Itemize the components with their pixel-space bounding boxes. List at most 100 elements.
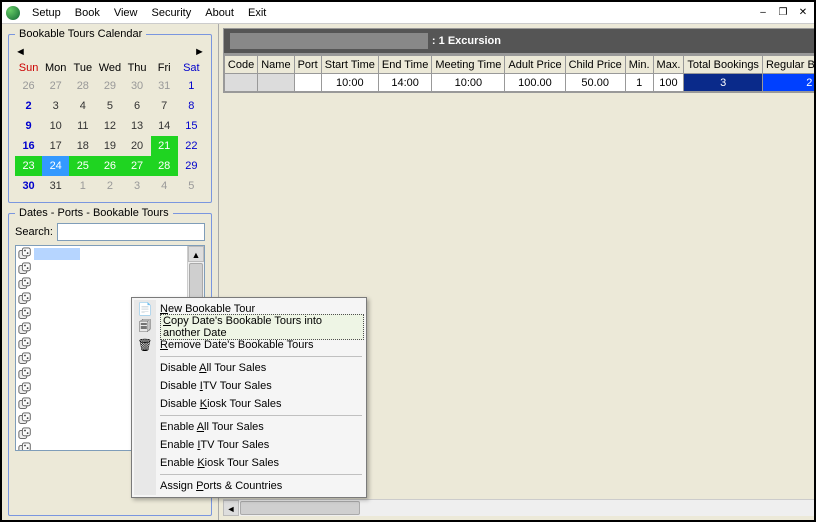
calendar-next-button[interactable]: ►: [194, 46, 205, 58]
calendar-day[interactable]: 13: [124, 116, 151, 136]
excursion-grid[interactable]: CodeNamePortStart TimeEnd TimeMeeting Ti…: [223, 54, 816, 93]
tree-item[interactable]: [16, 246, 186, 261]
scroll-up-button[interactable]: ▲: [188, 246, 204, 262]
context-menu-item[interactable]: Disable Kiosk Tour Sales: [134, 395, 364, 413]
scroll-left-button[interactable]: ◄: [223, 500, 239, 516]
calendar-day[interactable]: 26: [15, 76, 42, 96]
context-menu-item[interactable]: Enable Kiosk Tour Sales: [134, 454, 364, 472]
context-menu-item[interactable]: Assign Ports & Countries: [134, 477, 364, 495]
grid-header[interactable]: Min.: [625, 56, 653, 74]
calendar-day[interactable]: 31: [151, 76, 178, 96]
calendar-dow: Mon: [42, 60, 69, 76]
calendar-day[interactable]: 3: [124, 176, 151, 196]
minimize-button[interactable]: –: [756, 6, 770, 20]
grid-header[interactable]: Meeting Time: [432, 56, 505, 74]
grid-header[interactable]: Max.: [653, 56, 684, 74]
grid-cell[interactable]: [224, 74, 257, 92]
grid-header[interactable]: Total Bookings: [684, 56, 763, 74]
calendar-day[interactable]: 4: [69, 96, 96, 116]
grid-header[interactable]: Child Price: [565, 56, 625, 74]
search-input[interactable]: [57, 223, 205, 241]
grid-header[interactable]: Regular Bookings: [762, 56, 816, 74]
grid-cell[interactable]: [258, 74, 294, 92]
context-menu-item[interactable]: 🗐Copy Date's Bookable Tours into another…: [134, 318, 364, 336]
calendar-day[interactable]: 2: [15, 96, 42, 116]
close-button[interactable]: ✕: [796, 6, 810, 20]
grid-cell[interactable]: 2: [762, 74, 816, 92]
calendar-day[interactable]: 1: [178, 76, 205, 96]
grid-cell[interactable]: [294, 74, 321, 92]
menu-about[interactable]: About: [199, 5, 240, 21]
grid-cell[interactable]: 100.00: [505, 74, 565, 92]
context-menu-item[interactable]: Enable All Tour Sales: [134, 418, 364, 436]
calendar-day[interactable]: 29: [96, 76, 123, 96]
restore-button[interactable]: ❐: [776, 6, 790, 20]
calendar-day[interactable]: 25: [69, 156, 96, 176]
calendar-day[interactable]: 19: [96, 136, 123, 156]
calendar-day[interactable]: 22: [178, 136, 205, 156]
calendar-prev-button[interactable]: ◄: [15, 46, 26, 58]
context-menu-item[interactable]: 🗑Remove Date's Bookable Tours: [134, 336, 364, 354]
calendar-day[interactable]: 9: [15, 116, 42, 136]
menu-security[interactable]: Security: [145, 5, 197, 21]
calendar-day[interactable]: 18: [69, 136, 96, 156]
context-menu-item[interactable]: Enable ITV Tour Sales: [134, 436, 364, 454]
grid-cell[interactable]: 10:00: [321, 74, 378, 92]
calendar-day[interactable]: 21: [151, 136, 178, 156]
calendar-day[interactable]: 24: [42, 156, 69, 176]
hscroll-thumb[interactable]: [240, 501, 360, 515]
grid-header[interactable]: Start Time: [321, 56, 378, 74]
calendar-day[interactable]: 27: [42, 76, 69, 96]
main-window: SetupBookViewSecurityAboutExit – ❐ ✕ Boo…: [0, 0, 816, 522]
calendar-day[interactable]: 11: [69, 116, 96, 136]
calendar-day[interactable]: 7: [151, 96, 178, 116]
calendar-day[interactable]: 1: [69, 176, 96, 196]
calendar-day[interactable]: 30: [15, 176, 42, 196]
calendar-day[interactable]: 16: [15, 136, 42, 156]
calendar-day[interactable]: 31: [42, 176, 69, 196]
calendar-day[interactable]: 23: [15, 156, 42, 176]
calendar-day[interactable]: 28: [69, 76, 96, 96]
calendar-day[interactable]: 17: [42, 136, 69, 156]
context-menu-item[interactable]: Disable ITV Tour Sales: [134, 377, 364, 395]
calendar-day[interactable]: 15: [178, 116, 205, 136]
calendar-grid[interactable]: SunMonTueWedThuFriSat 262728293031123456…: [15, 60, 205, 196]
grid-header[interactable]: Port: [294, 56, 321, 74]
calendar-day[interactable]: 14: [151, 116, 178, 136]
calendar-day[interactable]: 4: [151, 176, 178, 196]
calendar-day[interactable]: 10: [42, 116, 69, 136]
grid-header[interactable]: End Time: [378, 56, 431, 74]
calendar-day[interactable]: 28: [151, 156, 178, 176]
content-area: Bookable Tours Calendar ◄ ► SunMonTueWed…: [2, 24, 814, 520]
calendar-day[interactable]: 8: [178, 96, 205, 116]
context-menu-item[interactable]: Disable All Tour Sales: [134, 359, 364, 377]
calendar-day[interactable]: 12: [96, 116, 123, 136]
calendar-day[interactable]: 2: [96, 176, 123, 196]
grid-cell[interactable]: 10:00: [432, 74, 505, 92]
grid-header[interactable]: Adult Price: [505, 56, 565, 74]
calendar-day[interactable]: 20: [124, 136, 151, 156]
calendar-day[interactable]: 6: [124, 96, 151, 116]
calendar-day[interactable]: 3: [42, 96, 69, 116]
calendar-day[interactable]: 29: [178, 156, 205, 176]
menu-book[interactable]: Book: [69, 5, 106, 21]
menu-exit[interactable]: Exit: [242, 5, 272, 21]
grid-cell[interactable]: 3: [684, 74, 763, 92]
tree-item[interactable]: [16, 261, 186, 276]
calendar-day[interactable]: 30: [124, 76, 151, 96]
grid-cell[interactable]: 14:00: [378, 74, 431, 92]
grid-hscrollbar[interactable]: ◄ ►: [223, 499, 816, 516]
grid-header[interactable]: Name: [258, 56, 294, 74]
calendar-day[interactable]: 5: [178, 176, 205, 196]
calendar-day[interactable]: 27: [124, 156, 151, 176]
calendar-day[interactable]: 26: [96, 156, 123, 176]
menu-setup[interactable]: Setup: [26, 5, 67, 21]
grid-cell[interactable]: 100: [653, 74, 684, 92]
tree-item[interactable]: [16, 276, 186, 291]
grid-cell[interactable]: 50.00: [565, 74, 625, 92]
grid-cell[interactable]: 1: [625, 74, 653, 92]
menu-view[interactable]: View: [108, 5, 144, 21]
calendar-day[interactable]: 5: [96, 96, 123, 116]
grid-header[interactable]: Code: [224, 56, 257, 74]
date-icon: [18, 262, 32, 276]
